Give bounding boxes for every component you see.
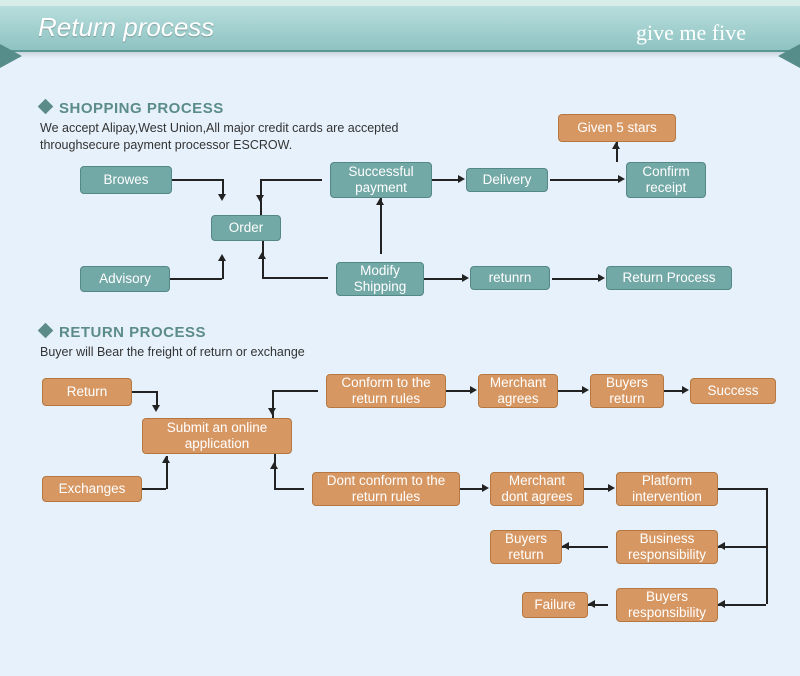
arrow-icon [582,386,589,394]
arrow-line [552,278,598,280]
arrow-line [424,278,462,280]
arrow-line [142,488,166,490]
arrow-icon [218,194,226,201]
arrow-line [380,198,382,254]
arrow-icon [376,198,384,205]
arrow-line [718,488,766,490]
arrow-line [222,179,224,194]
arrow-icon [682,386,689,394]
box-merchant-dont: Merchant dont agrees [490,472,584,506]
banner-title: Return process [38,12,214,43]
arrow-line [260,179,322,181]
box-return-word: retunrn [470,266,550,290]
box-browse: Browes [80,166,172,194]
arrow-line [222,261,224,279]
arrow-line [432,179,458,181]
ribbon-right-icon [778,44,800,68]
arrow-line [272,390,318,392]
section-shopping-heading: SHOPPING PROCESS [40,100,224,117]
diamond-icon [38,323,54,339]
arrow-icon [256,195,264,202]
section-return-sub: Buyer will Bear the freight of return or… [40,344,305,361]
box-advisory: Advisory [80,266,170,292]
arrow-icon [608,484,615,492]
arrow-line [460,488,482,490]
arrow-icon [458,175,465,183]
box-buyers-resp: Buyers responsibility [616,588,718,622]
arrow-icon [598,274,605,282]
arrow-icon [470,386,477,394]
box-return-process: Return Process [606,266,732,290]
box-exchanges: Exchanges [42,476,142,502]
arrow-icon [618,175,625,183]
arrow-line [558,390,582,392]
box-order: Order [211,215,281,241]
box-modify-shipping: Modify Shipping [336,262,424,296]
arrow-icon [482,484,489,492]
box-return: Return [42,378,132,406]
box-buyers-return-2: Buyers return [490,530,562,564]
arrow-icon [718,600,725,608]
arrow-icon [270,462,278,469]
box-merchant-agrees: Merchant agrees [478,374,558,408]
diamond-icon [38,99,54,115]
arrow-line [274,454,276,488]
box-business-resp: Business responsibility [616,530,718,564]
arrow-line [156,391,158,405]
section-shopping-sub: We accept Alipay,West Union,All major cr… [40,120,399,154]
box-submit-application: Submit an online application [142,418,292,454]
banner-tag: give me five [636,20,746,46]
box-delivery: Delivery [466,168,548,192]
arrow-icon [718,542,725,550]
box-successful-payment: Successful payment [330,162,432,198]
arrow-line [766,488,768,604]
arrow-line [718,604,766,606]
arrow-line [584,488,608,490]
arrow-icon [268,408,276,415]
arrow-icon [562,542,569,550]
arrow-icon [162,456,170,463]
arrow-line [550,179,618,181]
arrow-line [664,390,682,392]
arrow-icon [612,142,620,149]
arrow-line [446,390,470,392]
box-platform: Platform intervention [616,472,718,506]
arrow-line [132,391,156,393]
arrow-line [718,546,766,548]
box-failure: Failure [522,592,588,618]
arrow-line [170,278,222,280]
section-return-heading: RETURN PROCESS [40,324,206,341]
box-buyers-return-1: Buyers return [590,374,664,408]
arrow-line [262,277,328,279]
arrow-icon [258,252,266,259]
page-banner: Return process give me five [0,0,800,52]
box-conform-rules: Conform to the return rules [326,374,446,408]
ribbon-left-icon [0,44,22,68]
arrow-icon [588,600,595,608]
arrow-icon [152,405,160,412]
arrow-line [172,179,222,181]
arrow-icon [218,254,226,261]
box-given-5-stars: Given 5 stars [558,114,676,142]
box-confirm-receipt: Confirm receipt [626,162,706,198]
box-success: Success [690,378,776,404]
arrow-line [262,241,264,277]
box-dont-conform: Dont conform to the return rules [312,472,460,506]
arrow-line [274,488,304,490]
arrow-icon [462,274,469,282]
